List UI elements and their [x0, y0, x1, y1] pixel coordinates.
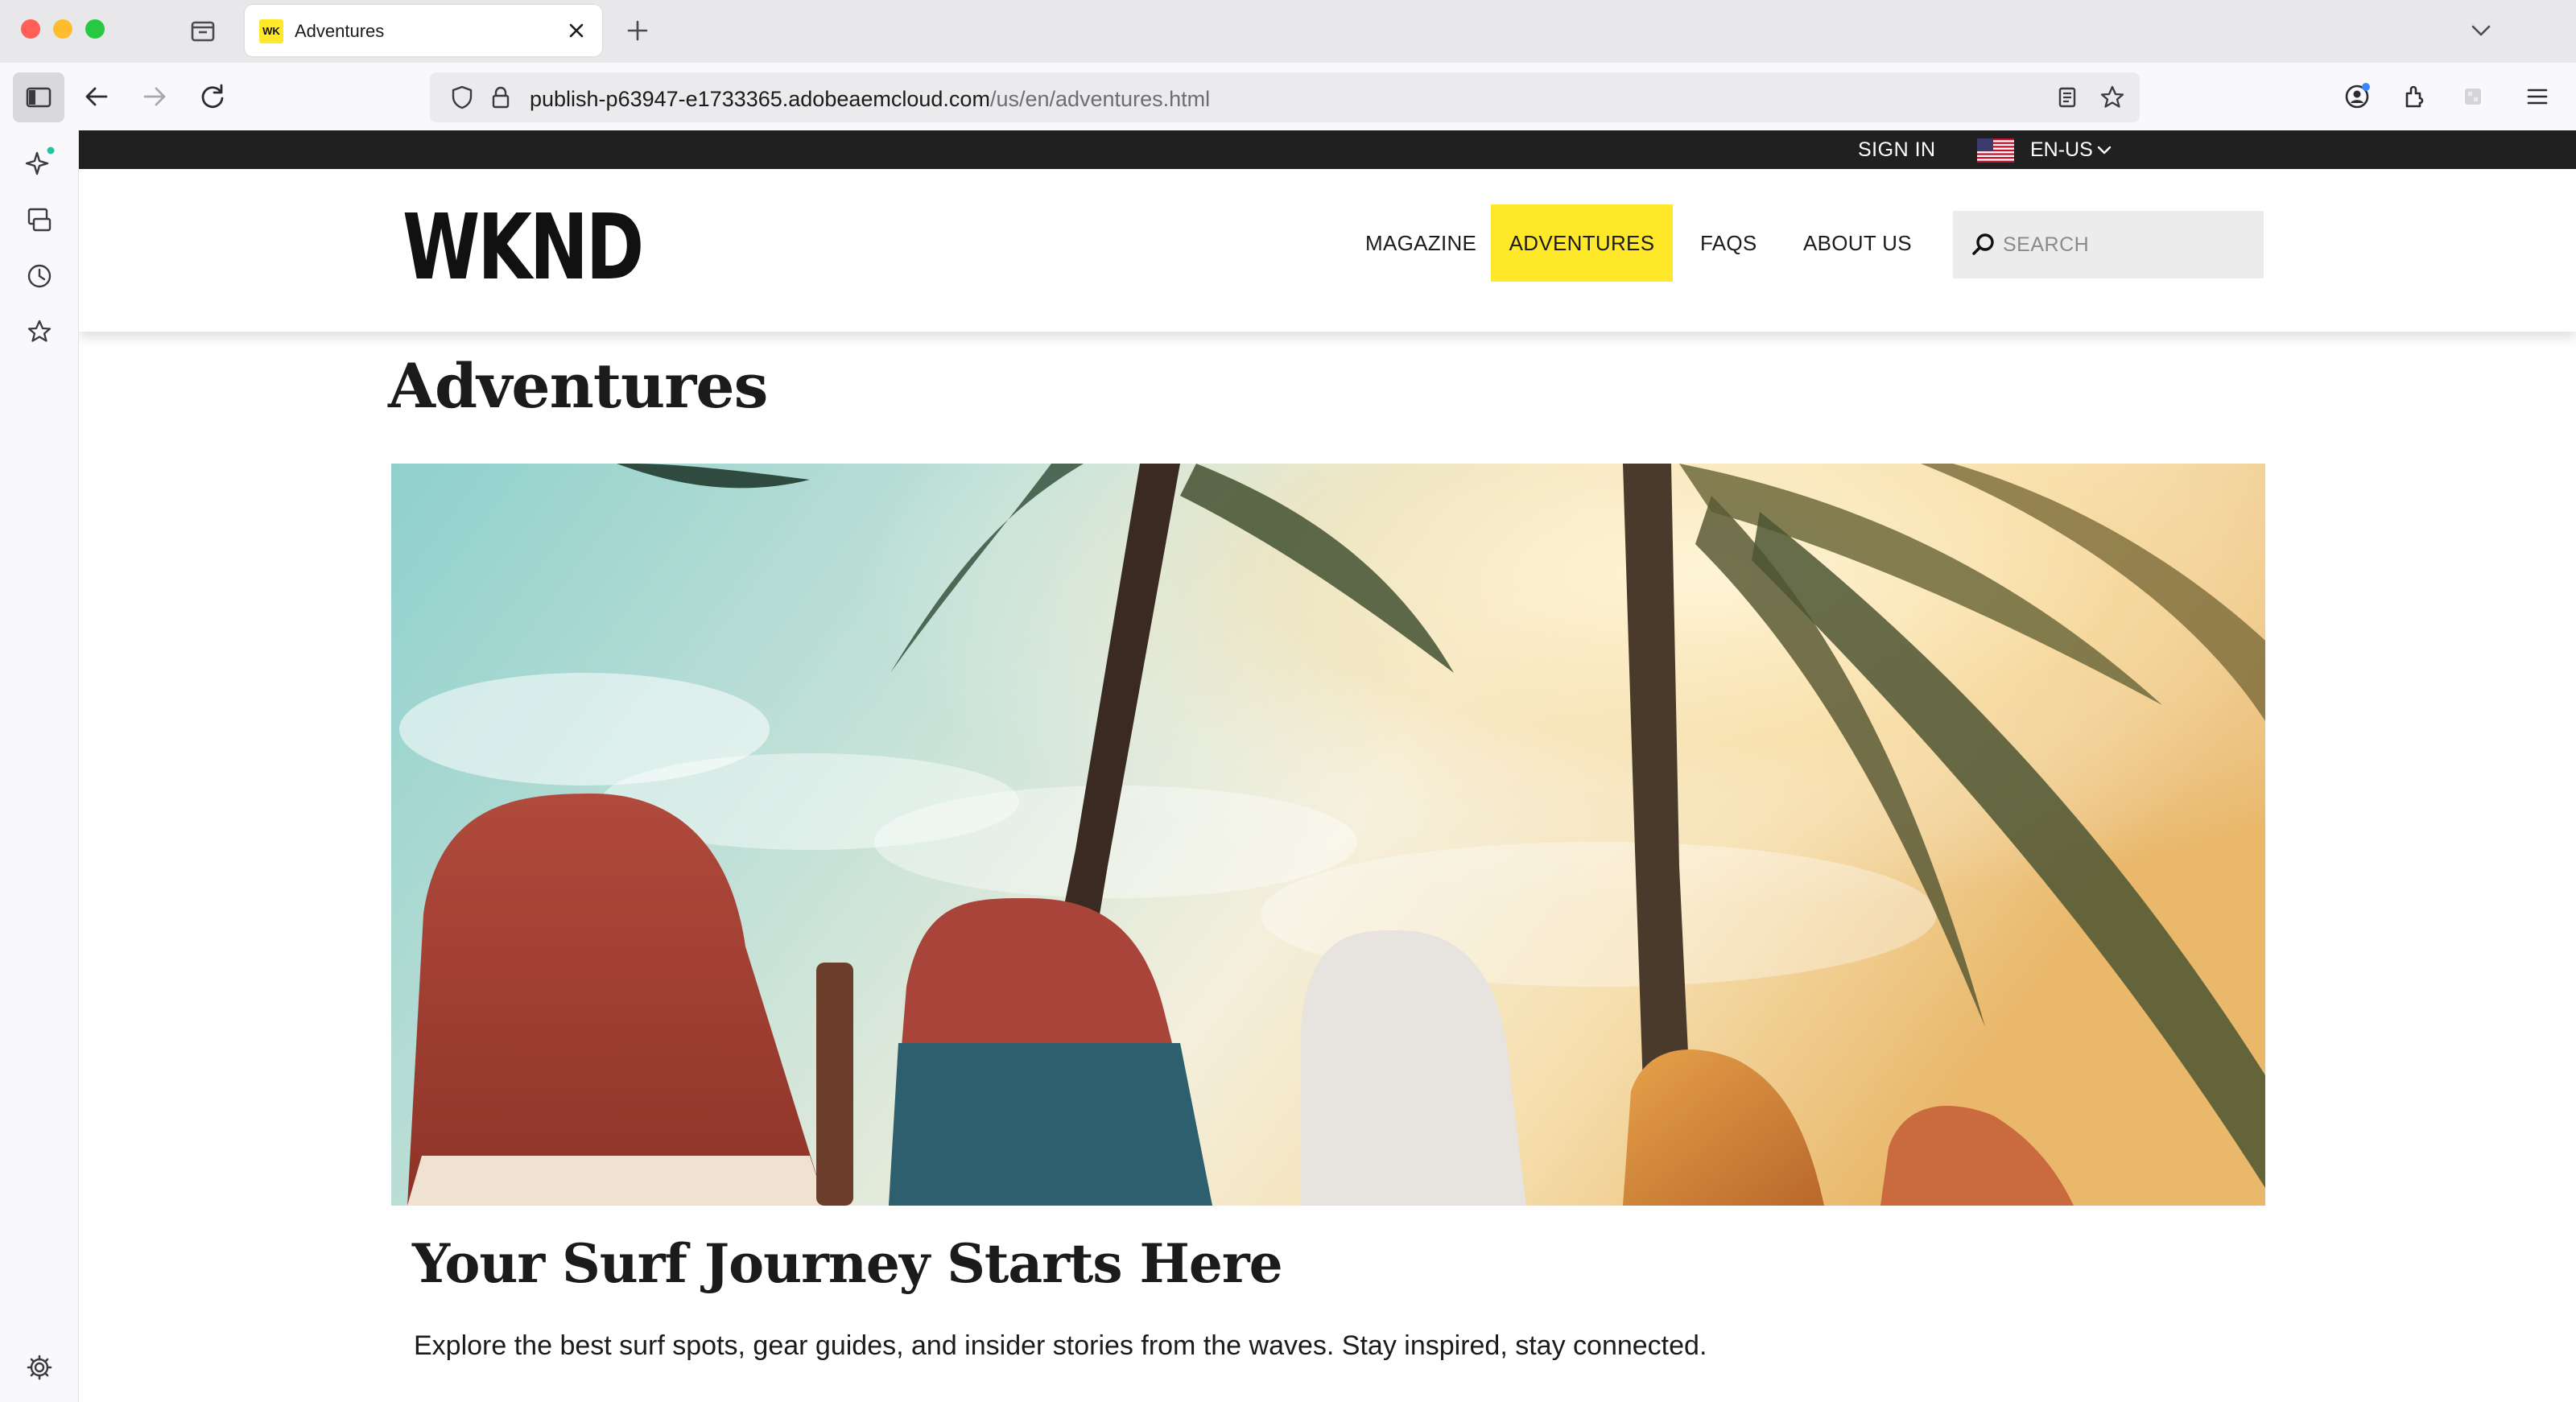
sidebar-toggle-button[interactable] [13, 72, 64, 122]
lock-icon[interactable] [485, 81, 517, 113]
browser-sidebar [0, 130, 79, 1402]
nav-adventures-active[interactable]: ADVENTURES [1491, 204, 1673, 282]
reader-view-icon[interactable] [2051, 81, 2083, 113]
wknd-logo[interactable]: WKND [402, 201, 644, 295]
new-tab-plus-icon[interactable] [621, 14, 654, 47]
navigation-toolbar: publish-p63947-e1733365.adobeaemcloud.co… [0, 63, 2576, 130]
nav-magazine[interactable]: MAGAZINE [1338, 204, 1504, 282]
language-selector[interactable]: EN-US [2030, 130, 2093, 169]
synced-tabs-icon[interactable] [21, 201, 58, 238]
reload-icon[interactable] [193, 77, 232, 116]
url-text[interactable]: publish-p63947-e1733365.adobeaemcloud.co… [530, 87, 1210, 112]
window-close-button[interactable] [21, 19, 40, 39]
account-icon[interactable] [2338, 77, 2376, 116]
nav-about-us[interactable]: ABOUT US [1776, 204, 1939, 282]
address-bar[interactable]: publish-p63947-e1733365.adobeaemcloud.co… [430, 72, 2140, 122]
us-flag-icon[interactable] [1977, 138, 2014, 163]
browser-tab-active[interactable]: WK Adventures [245, 5, 602, 56]
search-icon[interactable] [1967, 229, 2000, 261]
nav-faqs[interactable]: FAQS [1673, 204, 1785, 282]
search-input[interactable] [2003, 211, 2252, 278]
close-tab-icon[interactable] [562, 16, 591, 45]
url-host: publish-p63947-e1733365.adobeaemcloud.co… [530, 87, 990, 111]
bookmark-star-icon[interactable] [2096, 81, 2128, 113]
history-clock-icon[interactable] [21, 258, 58, 295]
hero-image[interactable] [391, 464, 2265, 1206]
tracking-shield-icon[interactable] [446, 81, 478, 113]
search-box[interactable] [1953, 211, 2264, 278]
window-maximize-button[interactable] [85, 19, 105, 39]
hero-heading: Your Surf Journey Starts Here [412, 1232, 1283, 1295]
menu-hamburger-icon[interactable] [2518, 77, 2557, 116]
bookmarks-star-icon[interactable] [21, 314, 58, 351]
ai-chatbot-sparkle-icon[interactable] [21, 145, 58, 182]
chevron-down-icon[interactable] [2095, 140, 2114, 159]
web-page: SIGN IN EN-US WKND MAGAZINE ADVENTURES F… [79, 130, 2576, 1402]
site-header: WKND MAGAZINE ADVENTURES FAQS ABOUT US [79, 169, 2576, 332]
tab-strip: WK Adventures [0, 0, 2576, 63]
back-arrow-icon[interactable] [77, 77, 116, 116]
url-path: /us/en/adventures.html [989, 87, 1211, 111]
utility-bar: SIGN IN EN-US [79, 130, 2576, 169]
tab-manager-icon[interactable] [187, 14, 219, 47]
page-title: Adventures [388, 350, 768, 422]
window-minimize-button[interactable] [53, 19, 72, 39]
extension-placeholder-icon[interactable] [2454, 77, 2492, 116]
hero-description: Explore the best surf spots, gear guides… [414, 1330, 1707, 1361]
sign-in-link[interactable]: SIGN IN [1858, 130, 1936, 169]
settings-gear-icon[interactable] [21, 1349, 58, 1386]
extensions-puzzle-icon[interactable] [2396, 77, 2434, 116]
tab-title: Adventures [295, 21, 385, 41]
forward-arrow-icon[interactable] [135, 77, 174, 116]
wknd-favicon-icon: WK [259, 19, 283, 43]
list-all-tabs-chevron-down-icon[interactable] [2465, 14, 2497, 47]
